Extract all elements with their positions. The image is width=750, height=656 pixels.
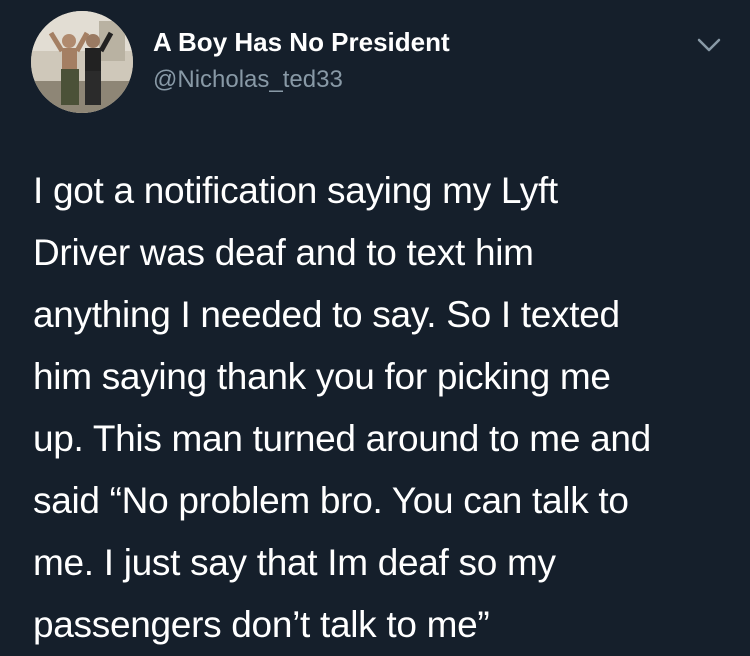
- tweet-text-line: Driver was deaf and to text him: [33, 232, 534, 273]
- tweet-text-line: anything I needed to say. So I texted: [33, 294, 620, 335]
- tweet-text-line: him saying thank you for picking me: [33, 356, 611, 397]
- tweet-text-line: passengers don’t talk to me”: [33, 604, 490, 645]
- avatar-photo-icon: [31, 11, 133, 113]
- display-name[interactable]: A Boy Has No President: [153, 27, 450, 58]
- tweet-text: I got a notification saying my Lyft Driv…: [33, 160, 733, 656]
- chevron-down-icon[interactable]: [694, 33, 724, 57]
- avatar[interactable]: [31, 11, 133, 113]
- tweet-card: A Boy Has No President @Nicholas_ted33 I…: [0, 0, 750, 655]
- tweet-text-line: said “No problem bro. You can talk to: [33, 480, 629, 521]
- tweet-text-line: I got a notification saying my Lyft: [33, 170, 558, 211]
- tweet-text-line: up. This man turned around to me and: [33, 418, 651, 459]
- tweet-text-line: me. I just say that Im deaf so my: [33, 542, 556, 583]
- user-handle[interactable]: @Nicholas_ted33: [153, 66, 343, 94]
